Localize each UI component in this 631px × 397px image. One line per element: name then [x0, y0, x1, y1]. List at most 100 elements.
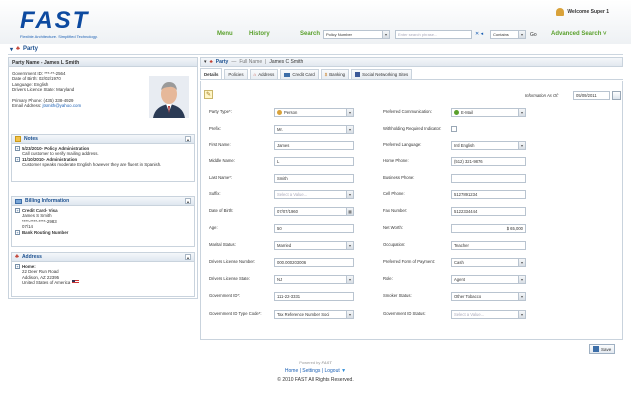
field-value: Other Tobacco — [454, 294, 482, 299]
field-input[interactable]: Smith — [274, 174, 354, 183]
chevron-down-icon[interactable]: ▾ — [346, 126, 353, 133]
search-input[interactable]: Enter search phrase... — [395, 30, 472, 39]
footer-links[interactable]: Home | Settings | Logout ▼ — [0, 368, 631, 374]
collapse-icon[interactable]: ▴ — [185, 198, 191, 204]
field-value: 50 — [277, 226, 282, 231]
billing-item: + Bank Routing Number — [15, 230, 191, 235]
field-input[interactable]: Intl English ▾ — [451, 141, 526, 150]
collapse-icon[interactable]: ▴ — [185, 254, 191, 260]
tab-policies[interactable]: Policies — [224, 69, 248, 79]
info-date-input[interactable]: 05/09/2011 — [573, 91, 610, 100]
breadcrumb-root[interactable]: Party — [216, 59, 229, 65]
tab-details[interactable]: Details — [200, 68, 223, 79]
menu-link[interactable]: Menu — [217, 31, 233, 37]
field-input[interactable]: Mr. ▾ — [274, 125, 354, 134]
address-list: + Home: 22 Deer Run Road Addison, AZ 2239… — [12, 262, 194, 288]
save-button[interactable]: Save — [589, 344, 616, 354]
field-label: Prefix: — [209, 126, 221, 131]
field-input[interactable]: James — [274, 141, 354, 150]
tab-address[interactable]: ⌂ Address — [249, 69, 279, 79]
search-type-value: Policy Number — [326, 32, 353, 37]
search-type-select[interactable]: Policy Number ▾ — [323, 30, 390, 39]
chevron-down-icon[interactable]: ▾ — [518, 259, 525, 266]
field-input[interactable]: (512) 321-9876 — [451, 157, 526, 166]
party-detail-panel: ▾ ♣ Party — Full Name | James C Smith De… — [200, 57, 623, 354]
email-link[interactable]: jtsmith@yahoo.com — [43, 103, 82, 108]
address-header[interactable]: ♣ Address ▴ — [12, 253, 194, 262]
billing-section: Billing Information ▴ + Credit Card- Visa … — [11, 196, 195, 247]
edit-icon[interactable]: ✎ — [204, 90, 213, 99]
field-input[interactable]: 111-22-3331 — [274, 292, 354, 301]
field-input[interactable]: Person ▾ — [274, 108, 354, 117]
calendar-icon[interactable]: ▦ — [346, 208, 353, 215]
billing-header[interactable]: Billing Information ▴ — [12, 197, 194, 206]
field-label: Drivers License State: — [209, 276, 250, 281]
chevron-down-icon[interactable]: ▾ — [518, 109, 525, 116]
field-input[interactable]: Married ▾ — [274, 241, 354, 250]
advanced-search-link[interactable]: Advanced Search ˅ — [551, 31, 607, 37]
field-input[interactable]: 50 — [274, 224, 354, 233]
calendar-icon[interactable] — [612, 91, 621, 100]
field-input[interactable]: Other Tobacco ▾ — [451, 292, 526, 301]
expand-icon[interactable]: + — [15, 229, 20, 235]
collapse-icon[interactable]: ▴ — [185, 136, 191, 142]
expand-icon[interactable]: + — [15, 264, 20, 270]
field-value: Intl English — [454, 143, 475, 148]
field-input[interactable]: Select a Value... ▾ — [451, 310, 526, 319]
chevron-down-icon[interactable]: ▾ — [346, 242, 353, 249]
fast-logo[interactable]: FAST Flexible Architecture. Simplified T… — [20, 9, 120, 40]
field-label: Role: — [383, 276, 393, 281]
chevron-down-icon[interactable]: ▾ — [346, 276, 353, 283]
field-value: Teacher — [454, 243, 469, 248]
collapse-icon[interactable]: ▾ — [10, 46, 13, 53]
notes-header[interactable]: Notes ▴ — [12, 135, 194, 144]
tab-banking[interactable]: $ Banking — [320, 69, 350, 79]
field-input[interactable]: NJ ▾ — [274, 275, 354, 284]
field-input[interactable]: L — [274, 157, 354, 166]
tab-social-networking[interactable]: Social Networking Sites — [351, 69, 413, 79]
field-label: Party Type*: — [209, 109, 232, 114]
field-input[interactable]: Teacher — [451, 241, 526, 250]
field-label: Suffix: — [209, 191, 221, 196]
field-input[interactable]: 5122334444 — [451, 207, 526, 216]
field-input[interactable]: Select a Value... ▾ — [274, 190, 354, 199]
field-input[interactable]: 07/07/1960 ▦ — [274, 207, 354, 216]
go-button[interactable]: Go — [530, 32, 537, 38]
chevron-down-icon[interactable]: ▾ — [346, 191, 353, 198]
breadcrumb: ▾ ♣ Party — Full Name | James C Smith — [200, 57, 623, 67]
field-input[interactable]: Agent ▾ — [451, 275, 526, 284]
field-input[interactable]: Cash ▾ — [451, 258, 526, 267]
tab-credit-card[interactable]: Credit Card — [280, 69, 319, 79]
field-input[interactable]: 5127891234 — [451, 190, 526, 199]
field-input[interactable]: Tax Reference Number Soci ▾ — [274, 310, 354, 319]
withholding-checkbox[interactable] — [451, 126, 457, 132]
chevron-down-icon[interactable]: ▾ — [518, 311, 525, 318]
footer-links-text[interactable]: Home | Settings | Logout — [285, 368, 340, 374]
collapse-icon[interactable]: ▾ — [204, 59, 207, 65]
match-select[interactable]: Contains ▾ — [490, 30, 526, 39]
expand-icon[interactable]: + — [15, 157, 20, 163]
chevron-down-icon[interactable]: ▾ — [518, 293, 525, 300]
field-label: Cell Phone: — [383, 191, 405, 196]
billing-title: Billing Information — [25, 198, 70, 204]
field-label: Government ID*: — [209, 293, 241, 298]
field-value: Smith — [277, 176, 288, 181]
notes-title: Notes — [24, 136, 38, 142]
chevron-down-icon[interactable]: ▾ — [518, 276, 525, 283]
history-link[interactable]: History — [249, 31, 270, 37]
chevron-down-icon[interactable]: ▾ — [346, 311, 353, 318]
search-placeholder: Enter search phrase... — [398, 32, 438, 37]
field-label: Preferred Communication: — [383, 109, 432, 114]
expand-icon[interactable]: + — [15, 208, 20, 214]
expand-icon[interactable]: + — [15, 146, 20, 152]
field-label: Smoker Status: — [383, 293, 412, 298]
chevron-down-icon[interactable]: ▾ — [518, 142, 525, 149]
field-input[interactable]: $ 65,000 — [451, 224, 526, 233]
help-icon[interactable]: ▼ — [341, 368, 346, 374]
chevron-down-icon[interactable]: ▾ — [346, 109, 353, 116]
field-input[interactable]: 000.000203006 — [274, 258, 354, 267]
field-input[interactable]: E-Mail ▾ — [451, 108, 526, 117]
field-input[interactable] — [451, 174, 526, 183]
clear-search-icon[interactable]: ✕ ◂ — [475, 31, 483, 37]
tab-label: Policies — [228, 72, 244, 77]
